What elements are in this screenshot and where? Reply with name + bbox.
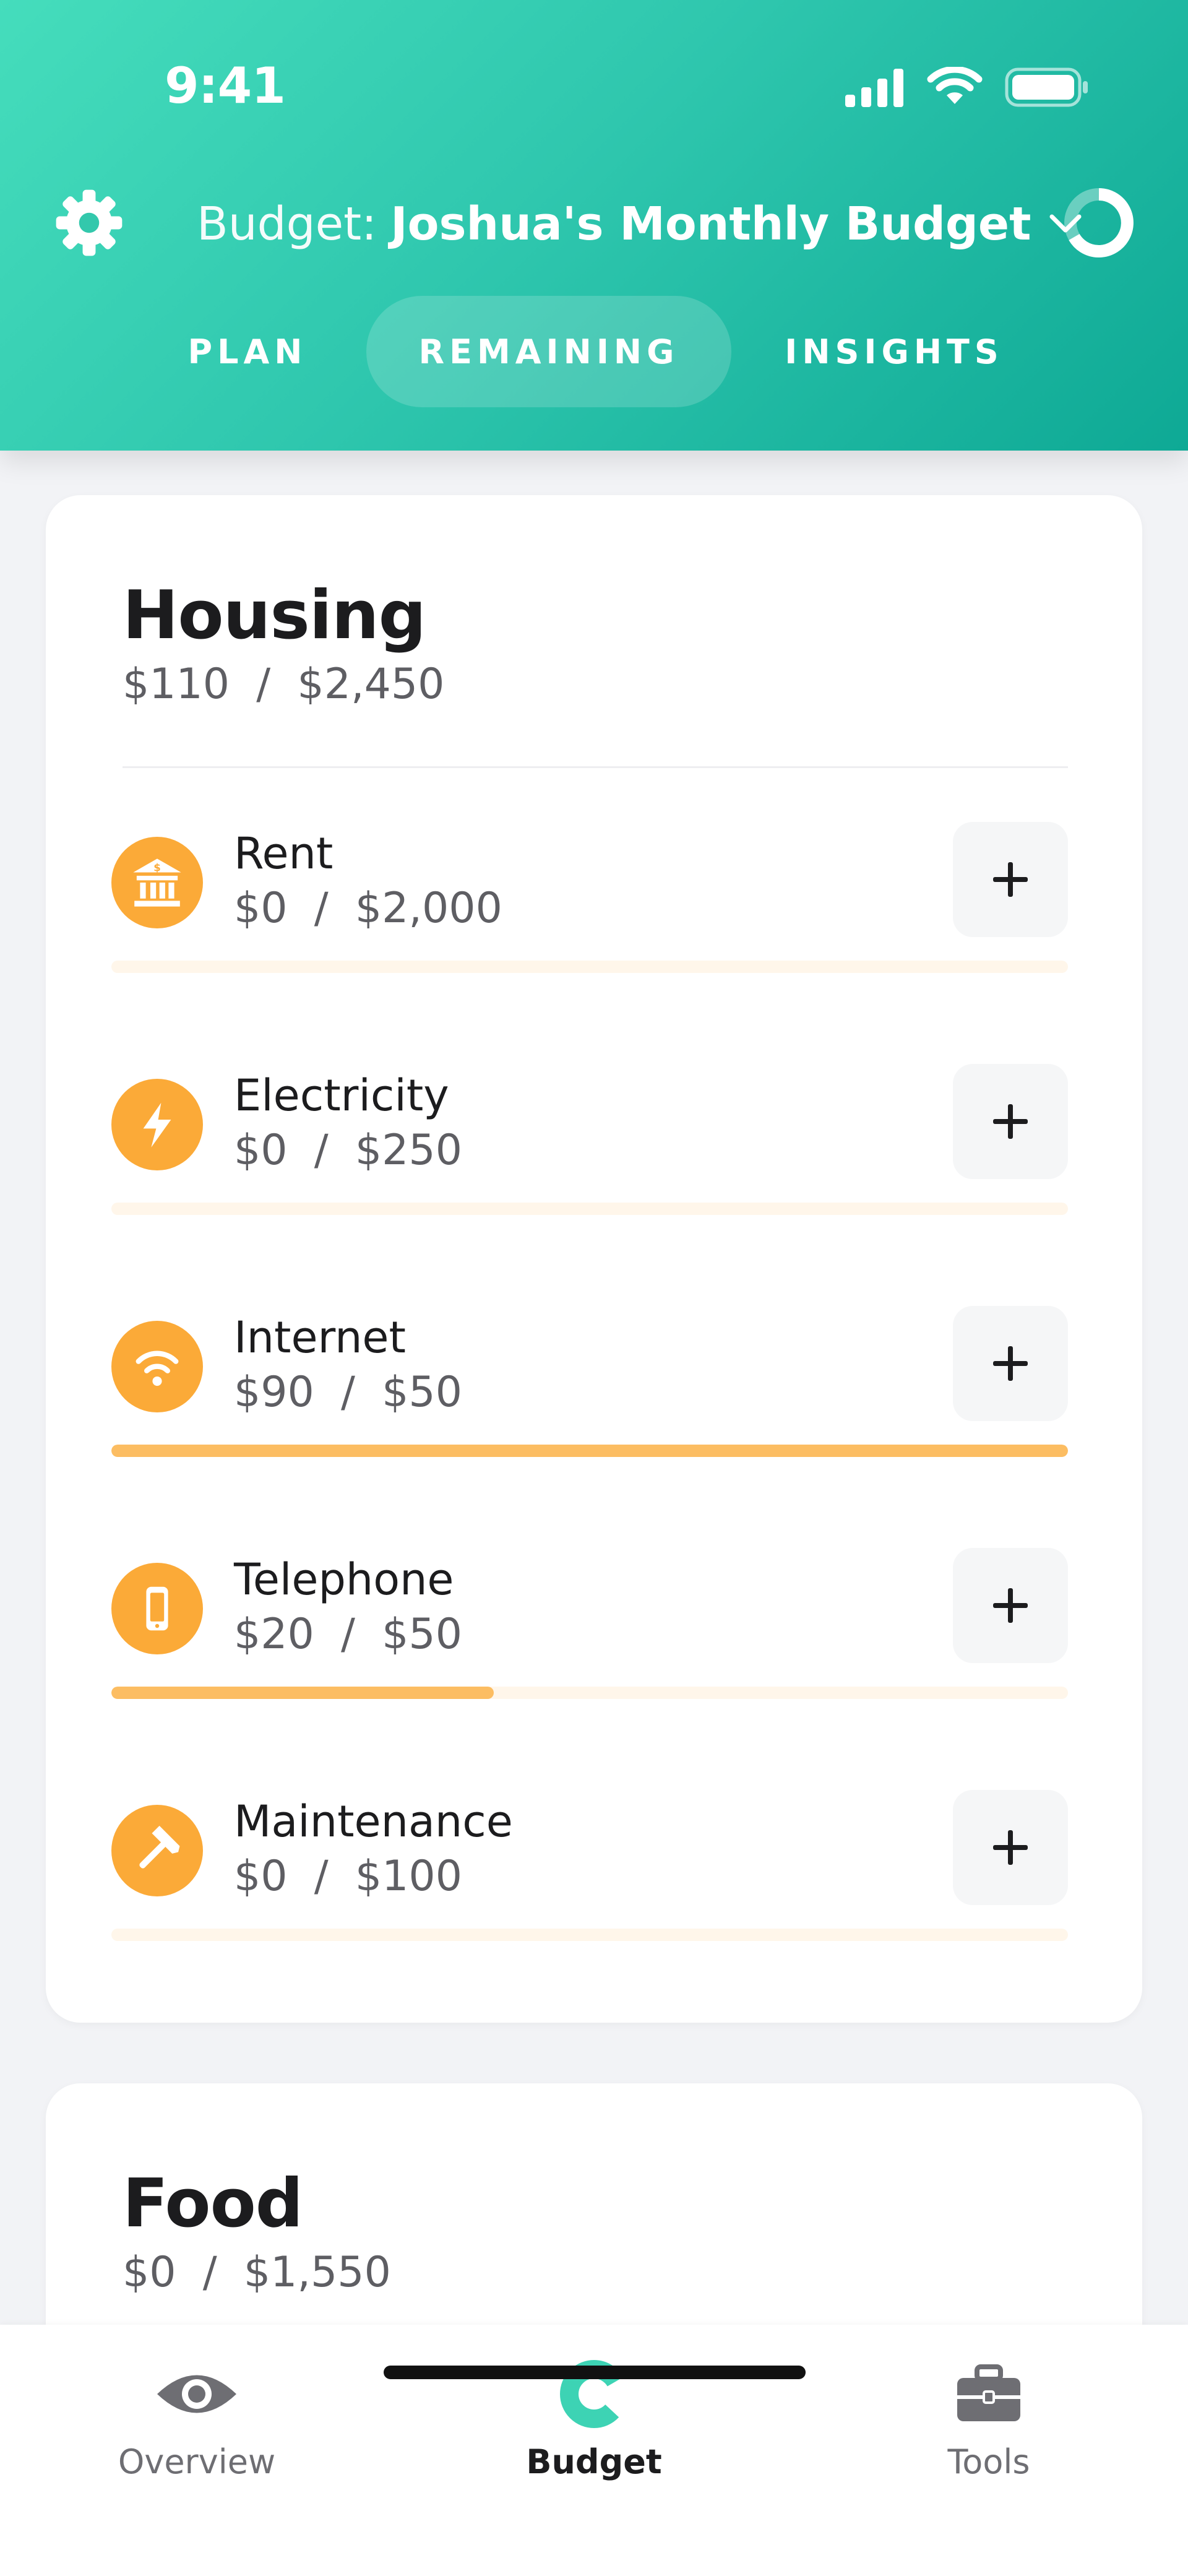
status-icons [845, 67, 1089, 108]
item-name: Maintenance [234, 1796, 513, 1847]
progress-bar [111, 961, 1068, 973]
settings-button[interactable] [52, 186, 126, 260]
plus-icon [993, 862, 1028, 897]
progress-bar [111, 1203, 1068, 1215]
item-amount: $0 / $2,000 [234, 884, 502, 933]
budget-prefix: Budget: [197, 197, 377, 251]
home-indicator [384, 2366, 806, 2379]
progress-bar [111, 1687, 1068, 1699]
housing-card: Housing $110 / $2,450 $ Rent $0 / $2,000 [46, 495, 1142, 2023]
budget-progress-button[interactable] [1061, 184, 1137, 261]
progress-bar [111, 1929, 1068, 1941]
progress-ring-icon [1064, 188, 1134, 257]
progress-fill [111, 1445, 1068, 1457]
item-name: Rent [234, 828, 334, 879]
bottom-nav: Overview Budget Tools [0, 2325, 1188, 2576]
item-name: Telephone [234, 1554, 454, 1605]
tab-insights[interactable]: INSIGHTS [749, 296, 1040, 407]
budget-item-internet[interactable]: Internet $90 / $50 [46, 1290, 1142, 1531]
category-amount: $0 / $1,550 [123, 2248, 391, 2297]
nav-label: Overview [118, 2442, 276, 2481]
tab-plan[interactable]: PLAN [155, 296, 340, 407]
add-transaction-button[interactable] [953, 1064, 1068, 1179]
budget-item-telephone[interactable]: Telephone $20 / $50 [46, 1532, 1142, 1773]
hammer-icon [111, 1805, 203, 1896]
category-amount: $110 / $2,450 [123, 660, 445, 709]
budget-selector[interactable]: Budget: Joshua's Monthly Budget [197, 193, 1083, 255]
add-transaction-button[interactable] [953, 1790, 1068, 1905]
lightning-icon [111, 1079, 203, 1170]
wifi-status-icon [927, 67, 983, 104]
budget-item-rent[interactable]: $ Rent $0 / $2,000 [46, 806, 1142, 1047]
add-transaction-button[interactable] [953, 1548, 1068, 1663]
item-amount: $90 / $50 [234, 1368, 462, 1417]
app-header: 9:41 Budget: Joshua's Monthly Budget PLA… [0, 0, 1188, 451]
item-amount: $20 / $50 [234, 1610, 462, 1659]
progress-bar [111, 1445, 1068, 1457]
phone-icon [111, 1563, 203, 1654]
tab-remaining[interactable]: REMAINING [366, 296, 731, 407]
gear-icon [56, 189, 123, 256]
budget-item-electricity[interactable]: Electricity $0 / $250 [46, 1048, 1142, 1289]
progress-fill [111, 1687, 494, 1699]
category-title: Food [123, 2165, 303, 2242]
budget-name: Joshua's Monthly Budget [390, 197, 1031, 251]
add-transaction-button[interactable] [953, 1306, 1068, 1421]
bank-icon: $ [111, 837, 203, 928]
add-transaction-button[interactable] [953, 822, 1068, 937]
nav-label: Budget [526, 2442, 662, 2481]
divider [123, 766, 1068, 768]
item-amount: $0 / $250 [234, 1126, 462, 1175]
nav-tools[interactable]: Tools [865, 2349, 1113, 2492]
budget-item-maintenance[interactable]: Maintenance $0 / $100 [46, 1774, 1142, 2015]
plus-icon [993, 1830, 1028, 1865]
status-time: 9:41 [165, 57, 286, 115]
plus-icon [993, 1104, 1028, 1139]
nav-label: Tools [947, 2442, 1030, 2481]
wifi-icon [111, 1321, 203, 1412]
budget-tabs: PLAN REMAINING INSIGHTS [0, 296, 1188, 407]
category-title: Housing [123, 577, 426, 654]
battery-icon [1005, 67, 1088, 107]
plus-icon [993, 1588, 1028, 1623]
item-name: Electricity [234, 1070, 449, 1121]
plus-icon [993, 1346, 1028, 1381]
cellular-signal-icon [845, 69, 903, 107]
svg-text:$: $ [153, 862, 161, 874]
toolbox-icon [945, 2357, 1032, 2431]
item-name: Internet [234, 1312, 406, 1363]
item-amount: $0 / $100 [234, 1852, 462, 1901]
eye-icon [153, 2357, 240, 2431]
nav-overview[interactable]: Overview [73, 2349, 321, 2492]
